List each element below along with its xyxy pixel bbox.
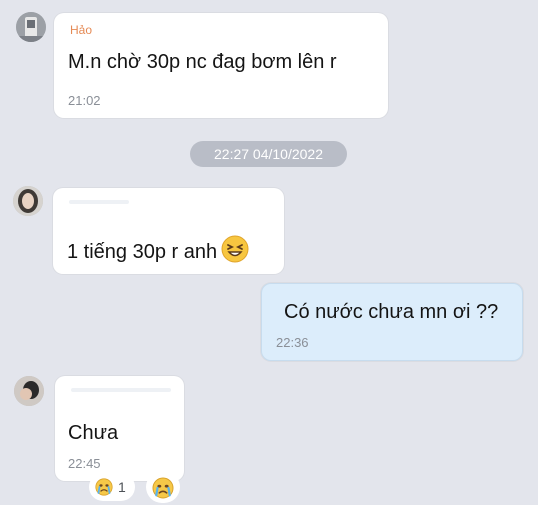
- crying-face-icon: [95, 478, 113, 499]
- message-text: 1 tiếng 30p r anh: [67, 235, 249, 269]
- avatar[interactable]: [14, 376, 44, 406]
- sender-name-hidden: [71, 388, 171, 392]
- grinning-squinting-face-icon: [221, 235, 249, 269]
- message-text: Chưa: [68, 422, 119, 444]
- avatar[interactable]: [16, 12, 46, 42]
- avatar[interactable]: [13, 186, 43, 216]
- message-text: Có nước chưa mn ơi ??: [284, 301, 499, 323]
- reaction-count: 1: [118, 479, 126, 495]
- add-reaction-button[interactable]: [146, 471, 180, 503]
- avatar-photo: [13, 186, 43, 216]
- avatar-photo: [16, 12, 46, 42]
- reaction-count-chip[interactable]: 1: [89, 473, 135, 501]
- sender-name-hidden: [69, 200, 129, 204]
- message-bubble[interactable]: 1 tiếng 30p r anh: [53, 188, 284, 274]
- date-separator: 22:27 04/10/2022: [190, 141, 347, 167]
- crying-face-icon: [152, 477, 174, 502]
- message-bubble[interactable]: Hảo M.n chờ 30p nc đag bơm lên r 21:02: [54, 13, 388, 118]
- message-bubble[interactable]: Chưa 22:45: [55, 376, 184, 481]
- sender-name[interactable]: Hảo: [70, 23, 92, 37]
- message-text-content: 1 tiếng 30p r anh: [67, 241, 218, 263]
- message-time: 22:36: [276, 335, 309, 350]
- message-time: 21:02: [68, 93, 101, 108]
- message-bubble-sent[interactable]: Có nước chưa mn ơi ?? 22:36: [261, 283, 523, 361]
- message-text: M.n chờ 30p nc đag bơm lên r: [68, 51, 337, 73]
- avatar-photo: [14, 376, 44, 406]
- message-time: 22:45: [68, 456, 101, 471]
